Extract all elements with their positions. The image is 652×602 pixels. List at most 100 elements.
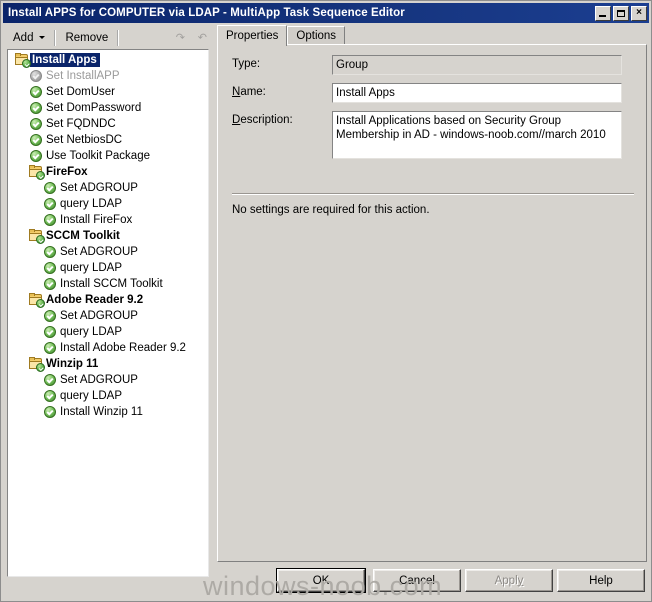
description-label: Description: <box>232 114 293 126</box>
name-label: Name: <box>232 86 266 98</box>
tree-item-label: Set DomUser <box>46 86 116 98</box>
check-circle-icon <box>42 260 58 276</box>
toolbar-separator-1 <box>54 30 57 46</box>
folder-check-icon <box>28 164 45 180</box>
maximize-button[interactable] <box>613 5 629 21</box>
tree-item[interactable]: Winzip 11 <box>8 356 208 372</box>
tree-item[interactable]: Set ADGROUP <box>8 180 208 196</box>
tree-item-label: SCCM Toolkit <box>46 230 120 242</box>
type-value: Group <box>332 55 622 75</box>
editor-toolbar: Add Remove ↷ ↶ <box>7 27 209 49</box>
ok-button-label: OK <box>312 574 330 587</box>
tree-item[interactable]: Use Toolkit Package <box>8 148 208 164</box>
tree-item[interactable]: Install Adobe Reader 9.2 <box>8 340 208 356</box>
minimize-button[interactable] <box>595 5 611 21</box>
cancel-button[interactable]: Cancel <box>373 569 461 592</box>
task-sequence-editor-window: Install APPS for COMPUTER via LDAP - Mul… <box>0 0 652 602</box>
tree-item-label: Install Winzip 11 <box>60 406 143 418</box>
window-title: Install APPS for COMPUTER via LDAP - Mul… <box>8 7 405 19</box>
close-button[interactable]: × <box>631 5 647 21</box>
tree-item-label: Set ADGROUP <box>60 374 138 386</box>
toolbar-separator-2 <box>117 30 120 46</box>
tree-item[interactable]: Set ADGROUP <box>8 244 208 260</box>
tree-item[interactable]: Install SCCM Toolkit <box>8 276 208 292</box>
tree-item[interactable]: Set DomUser <box>8 84 208 100</box>
maximize-icon <box>617 9 625 17</box>
chevron-down-icon <box>39 36 46 39</box>
tabstrip: Properties Options <box>217 25 647 46</box>
tree-item[interactable]: FireFox <box>8 164 208 180</box>
tree-item[interactable]: query LDAP <box>8 260 208 276</box>
add-button[interactable]: Add <box>7 30 51 47</box>
move-up-arrow-glyph: ↷ <box>175 32 185 44</box>
help-button[interactable]: Help <box>557 569 645 592</box>
check-circle-icon <box>42 196 58 212</box>
tree-item[interactable]: Install Apps <box>8 52 208 68</box>
check-circle-icon <box>28 148 44 164</box>
description-input[interactable]: Install Applications based on Security G… <box>332 111 622 159</box>
tree-item-label: query LDAP <box>60 390 123 402</box>
tab-properties[interactable]: Properties <box>217 25 288 46</box>
tree-item[interactable]: Set NetbiosDC <box>8 132 208 148</box>
check-circle-icon <box>42 244 58 260</box>
close-icon: × <box>636 7 642 18</box>
tree-item-label: Install SCCM Toolkit <box>60 278 163 290</box>
check-circle-icon <box>42 340 58 356</box>
check-circle-icon <box>42 276 58 292</box>
tree-item-label: Set InstallAPP <box>46 70 120 82</box>
folder-check-icon <box>28 228 45 244</box>
check-circle-icon <box>28 84 44 100</box>
move-down-icon[interactable]: ↶ <box>189 29 209 47</box>
tree-item[interactable]: query LDAP <box>8 196 208 212</box>
tree-item[interactable]: Install FireFox <box>8 212 208 228</box>
tree-item[interactable]: Set FQDNDC <box>8 116 208 132</box>
check-circle-icon <box>42 404 58 420</box>
tree-item-label: Adobe Reader 9.2 <box>46 294 144 306</box>
check-circle-icon <box>28 132 44 148</box>
tree-item-label: Winzip 11 <box>46 358 99 370</box>
tree-item[interactable]: Set ADGROUP <box>8 372 208 388</box>
window-controls: × <box>595 5 647 21</box>
tab-options[interactable]: Options <box>287 26 346 45</box>
tree-item-label: Set ADGROUP <box>60 182 138 194</box>
check-circle-icon <box>42 372 58 388</box>
apply-button-label: Apply <box>494 574 524 587</box>
tree-item[interactable]: query LDAP <box>8 324 208 340</box>
minimize-icon <box>599 14 606 17</box>
name-field-row: Name: Install Apps <box>232 83 634 103</box>
cancel-button-label: Cancel <box>399 574 435 587</box>
check-circle-icon <box>42 308 58 324</box>
folder-check-icon <box>28 292 45 308</box>
apply-button[interactable]: Apply <box>465 569 553 592</box>
tree-item-label: query LDAP <box>60 326 123 338</box>
add-button-label: Add <box>13 31 34 44</box>
no-settings-note: No settings are required for this action… <box>232 204 430 216</box>
tree-item-label: Install Adobe Reader 9.2 <box>60 342 186 354</box>
task-sequence-tree[interactable]: Install Apps Set InstallAPP Set DomUser Set… <box>7 49 209 577</box>
tree-item[interactable]: Set ADGROUP <box>8 308 208 324</box>
check-circle-icon <box>28 100 44 116</box>
tree-item[interactable]: query LDAP <box>8 388 208 404</box>
tree-item-label: Use Toolkit Package <box>46 150 150 162</box>
tree-item[interactable]: SCCM Toolkit <box>8 228 208 244</box>
tab-options-label: Options <box>296 30 337 42</box>
tree-item-label: query LDAP <box>60 262 123 274</box>
tree-item-label: Install Apps <box>30 53 100 67</box>
properties-tab-page: Type: Group Name: Install Apps Descripti… <box>217 44 647 562</box>
move-up-icon[interactable]: ↷ <box>167 29 187 47</box>
tree-item-label: query LDAP <box>60 198 123 210</box>
tree-item[interactable]: Install Winzip 11 <box>8 404 208 420</box>
ok-button[interactable]: OK <box>276 568 366 593</box>
tree-item[interactable]: Set DomPassword <box>8 100 208 116</box>
tab-properties-label: Properties <box>226 30 279 42</box>
help-button-label: Help <box>589 574 613 587</box>
remove-button[interactable]: Remove <box>59 30 114 47</box>
tree-item-label: FireFox <box>46 166 88 178</box>
description-field-row: Description: Install Applications based … <box>232 111 634 159</box>
tree-item[interactable]: Adobe Reader 9.2 <box>8 292 208 308</box>
tree-item[interactable]: Set InstallAPP <box>8 68 208 84</box>
folder-check-icon <box>14 52 31 68</box>
type-field-row: Type: Group <box>232 55 634 75</box>
name-input[interactable]: Install Apps <box>332 83 622 103</box>
check-circle-icon <box>28 68 44 84</box>
